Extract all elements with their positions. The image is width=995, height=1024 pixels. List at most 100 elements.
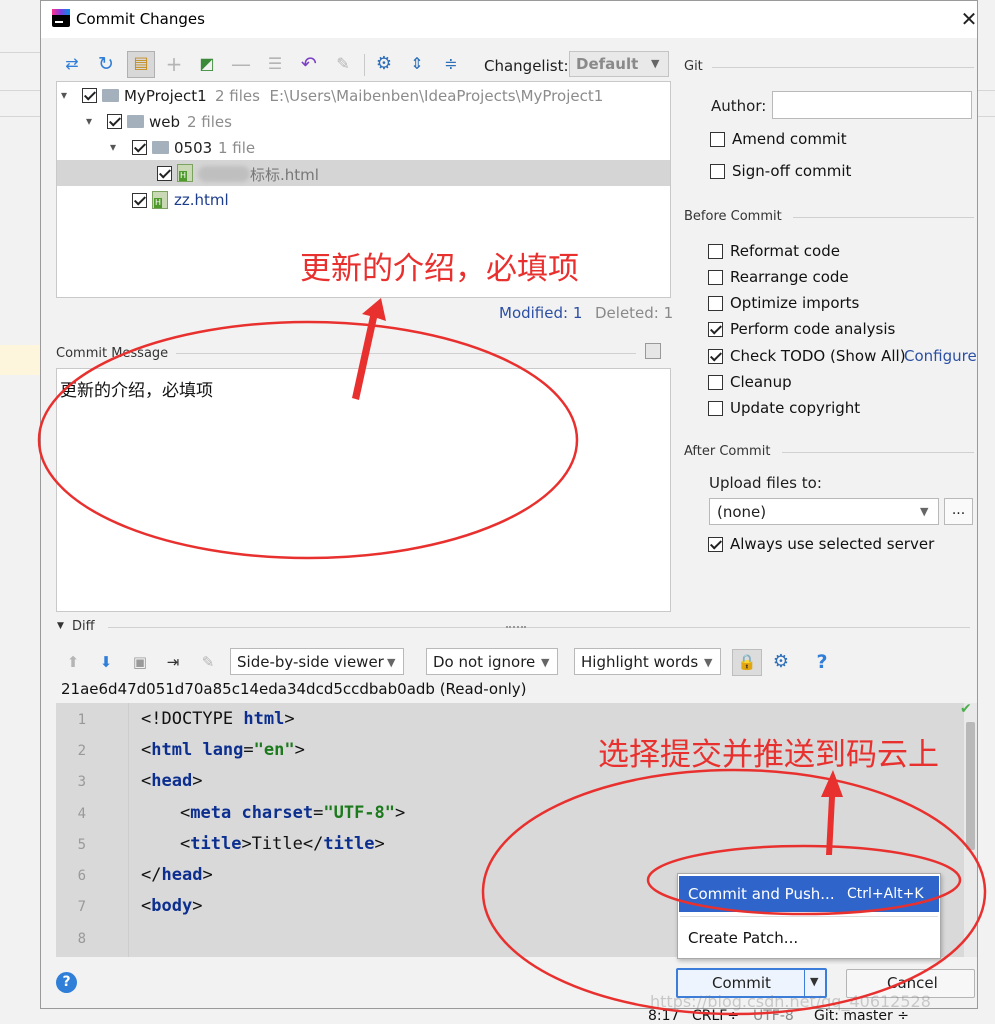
highlight-mode-value: Highlight words (581, 653, 699, 671)
configure-link[interactable]: Configure (904, 347, 977, 365)
line-number: 4 (77, 806, 86, 822)
dialog-title: Commit Changes (76, 10, 205, 28)
tree-node-name: zz.html (174, 191, 229, 209)
author-input[interactable] (772, 91, 972, 119)
menu-separator (680, 916, 938, 917)
upload-server-select[interactable]: (none) (709, 498, 939, 525)
code-line: <body> (141, 896, 203, 916)
viewer-mode-select[interactable]: Side-by-side viewer (230, 648, 404, 675)
revision-hash: 21ae6d47d051d70a85c14eda34dcd5ccdbab0adb… (61, 680, 527, 698)
web-checkbox[interactable] (107, 114, 122, 129)
modified-count-link[interactable]: Modified: 1 (499, 304, 582, 322)
chevron-down-icon: ▼ (704, 656, 713, 669)
rollback-icon[interactable]: ↶ (298, 53, 320, 75)
tree-row-zz[interactable]: zz.html (57, 187, 670, 213)
todo-checkbox[interactable] (708, 349, 723, 364)
compare-icon[interactable]: ⇄ (61, 53, 83, 75)
refresh-icon[interactable]: ↻ (95, 53, 117, 75)
next-diff-icon[interactable]: ⬇ (96, 652, 116, 672)
section-after-commit-title: After Commit (684, 444, 771, 459)
diff-settings-icon[interactable]: ⚙ (771, 652, 791, 672)
vcs-history-icon[interactable]: ▤ (127, 51, 155, 78)
lock-icon[interactable]: 🔒 (732, 649, 762, 676)
ignore-whitespace-select[interactable]: Do not ignore (426, 648, 558, 675)
create-patch-menu-item[interactable]: Create Patch... (688, 929, 798, 947)
html-file-icon (152, 191, 168, 209)
edit-source-icon[interactable]: ✎ (198, 652, 218, 672)
expand-arrow-icon[interactable]: ▾ (86, 114, 92, 128)
cleanup-checkbox[interactable] (708, 375, 723, 390)
previous-file-icon[interactable]: ▣ (130, 652, 150, 672)
group-icon[interactable]: ☰ (264, 53, 286, 75)
redacted-filename (198, 166, 250, 182)
chevron-down-icon: ▼ (651, 57, 660, 70)
expand-arrow-icon[interactable]: ▾ (61, 88, 67, 102)
viewer-mode-value: Side-by-side viewer (237, 653, 384, 671)
chevron-down-icon: ▼ (387, 656, 396, 669)
show-diff-icon[interactable]: ✎ (332, 53, 354, 75)
commit-options-chevron-icon[interactable]: ▼ (810, 975, 818, 988)
changelist-value: Default (576, 55, 639, 73)
commit-message-text: 更新的介绍，必填项 (60, 381, 213, 401)
diff-label: Diff (72, 619, 95, 634)
file-checkbox[interactable] (132, 193, 147, 208)
section-divider (782, 452, 974, 453)
html-file-icon (177, 164, 193, 182)
optimize-label: Optimize imports (730, 294, 860, 312)
commit-and-push-menu-item[interactable]: Commit and Push... Ctrl+Alt+K (679, 876, 939, 912)
upload-label: Upload files to: (709, 474, 822, 492)
commit-message-label: Commit Message (56, 346, 169, 361)
message-history-icon[interactable] (645, 343, 661, 359)
file-checkbox[interactable] (157, 166, 172, 181)
expand-arrow-icon[interactable]: ▾ (110, 140, 116, 154)
previous-diff-icon[interactable]: ⬆ (63, 652, 83, 672)
rearrange-checkbox[interactable] (708, 270, 723, 285)
folder-icon (127, 115, 144, 128)
code-line: <head> (141, 771, 203, 791)
project-checkbox[interactable] (82, 88, 97, 103)
help-button[interactable]: ? (56, 972, 77, 993)
ide-highlighted-line (0, 345, 40, 375)
tree-row-project[interactable]: ▾ MyProject1 2 files E:\Users\Maibenben\… (57, 83, 670, 109)
tree-node-meta: 2 files E:\Users\Maibenben\IdeaProjects\… (215, 87, 604, 105)
move-icon[interactable]: ◩ (196, 53, 218, 75)
settings-icon[interactable]: ⚙ (373, 53, 395, 75)
section-git-title: Git (684, 59, 703, 74)
add-icon[interactable]: + (163, 53, 185, 75)
commit-message-textarea[interactable] (56, 368, 671, 612)
signoff-checkbox[interactable] (710, 164, 725, 179)
expand-all-icon[interactable]: ⇕ (406, 53, 428, 75)
optimize-checkbox[interactable] (708, 296, 723, 311)
collapse-all-icon[interactable]: ≑ (440, 53, 462, 75)
code-line: <meta charset="UTF-8"> (180, 803, 406, 823)
always-use-checkbox[interactable] (708, 537, 723, 552)
commit-button-label: Commit (712, 974, 771, 992)
diff-help-icon[interactable]: ? (812, 652, 832, 672)
folder-0503-checkbox[interactable] (132, 140, 147, 155)
deleted-count: Deleted: 1 (595, 304, 674, 322)
section-divider (712, 67, 974, 68)
tree-node-meta: 1 file (218, 139, 256, 157)
collapse-diff-icon[interactable]: ▼ (57, 621, 64, 631)
upload-server-value: (none) (717, 503, 767, 521)
splitter-handle[interactable] (506, 626, 526, 631)
upload-browse-button[interactable]: ... (944, 498, 973, 525)
copyright-checkbox[interactable] (708, 401, 723, 416)
highlight-mode-select[interactable]: Highlight words (574, 648, 721, 675)
code-line: <html lang="en"> (141, 740, 305, 760)
remove-icon[interactable]: — (230, 53, 252, 75)
analysis-checkbox[interactable] (708, 322, 723, 337)
code-line: <!DOCTYPE html> (141, 709, 295, 729)
cleanup-label: Cleanup (730, 373, 792, 391)
close-button[interactable]: ✕ (958, 8, 980, 30)
watermark-text: https://blog.csdn.net/qq_40612528 (650, 992, 931, 1011)
tree-row-0503[interactable]: ▾ 0503 1 file (57, 135, 670, 161)
jump-to-source-icon[interactable]: ⇥ (163, 652, 183, 672)
tree-row-web[interactable]: ▾ web 2 files (57, 109, 670, 135)
tree-row-selected-file[interactable]: 标标.html (57, 160, 670, 186)
amend-checkbox[interactable] (710, 132, 725, 147)
reformat-checkbox[interactable] (708, 244, 723, 259)
ide-divider (0, 90, 40, 91)
scrollbar-thumb[interactable] (966, 722, 975, 850)
line-number: 1 (77, 712, 86, 728)
